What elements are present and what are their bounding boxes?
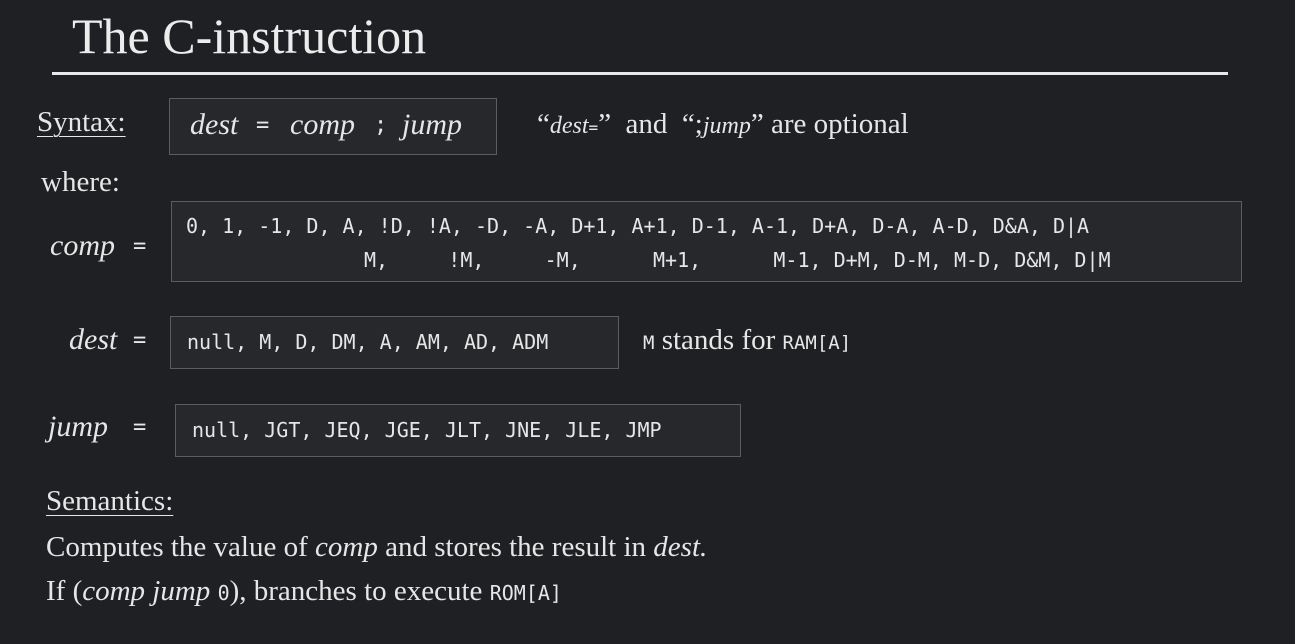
jump-eq: = — [133, 415, 147, 440]
dest-values: null, M, D, DM, A, AM, AD, ADM — [187, 330, 549, 354]
m-note: M stands for RAM[A] — [643, 324, 851, 357]
where-label: where: — [41, 166, 120, 198]
comp-values-line-2: M, !M, -M, M+1, M-1, D+M, D-M, M-D, D&M,… — [364, 248, 1111, 272]
semantics-label: Semantics: — [46, 485, 174, 517]
syntax-semicolon: ; — [374, 113, 388, 138]
note-dest: dest — [549, 113, 589, 139]
jump-box: null, JGT, JEQ, JGE, JLT, JNE, JLE, JMP — [175, 404, 741, 457]
semantics-line-2: If (comp jump 0), branches to execute RO… — [46, 575, 562, 608]
comp-values-line-1: 0, 1, -1, D, A, !D, !A, -D, -A, D+1, A+1… — [186, 214, 1090, 238]
syntax-box: dest = comp ; jump — [169, 98, 497, 155]
comp-label: comp — [50, 229, 115, 262]
jump-values: null, JGT, JEQ, JGE, JLT, JNE, JLE, JMP — [192, 418, 662, 442]
note-eq: = — [588, 118, 599, 137]
semantics-l2-text-a: If ( — [46, 575, 83, 607]
semantics-line-1: Computes the value of comp and stores th… — [46, 531, 707, 564]
note-jump: jump — [702, 113, 751, 139]
comp-box: 0, 1, -1, D, A, !D, !A, -D, -A, D+1, A+1… — [171, 201, 1242, 282]
m-note-text: stands for — [654, 324, 783, 356]
semantics-l1-text-b: and stores the result in — [377, 531, 654, 563]
syntax-label: Syntax: — [37, 106, 126, 138]
syntax-jump: jump — [402, 108, 462, 141]
semantics-l1-dest: dest. — [653, 531, 708, 563]
title-underline-divider — [52, 72, 1228, 75]
semantics-l1-comp: comp — [315, 531, 378, 563]
jump-label: jump — [48, 410, 108, 443]
note-open-quote: “ — [537, 108, 550, 140]
semantics-l2-rom: ROM[A] — [489, 581, 562, 605]
syntax-comp: comp — [290, 108, 355, 141]
dest-label: dest — [69, 323, 118, 356]
syntax-dest: dest — [190, 108, 239, 141]
m-symbol: M — [643, 332, 655, 354]
semantics-l2-comp-jump: comp jump — [82, 575, 211, 607]
dest-eq: = — [133, 328, 147, 353]
dest-box: null, M, D, DM, A, AM, AD, ADM — [170, 316, 619, 369]
semantics-l2-text-b: ), branches to execute — [229, 575, 490, 607]
note-and: ” and “; — [598, 108, 703, 140]
optional-note: “dest=” and “;jump” are optional — [537, 108, 909, 141]
comp-eq: = — [133, 234, 147, 259]
syntax-eq: = — [256, 113, 270, 138]
note-optional-text: ” are optional — [750, 108, 909, 140]
semantics-l1-text-a: Computes the value of — [46, 531, 316, 563]
page-title: The C-instruction — [72, 8, 427, 64]
semantics-l2-zero: 0 — [217, 581, 230, 605]
ram-a-text: RAM[A] — [782, 332, 852, 354]
